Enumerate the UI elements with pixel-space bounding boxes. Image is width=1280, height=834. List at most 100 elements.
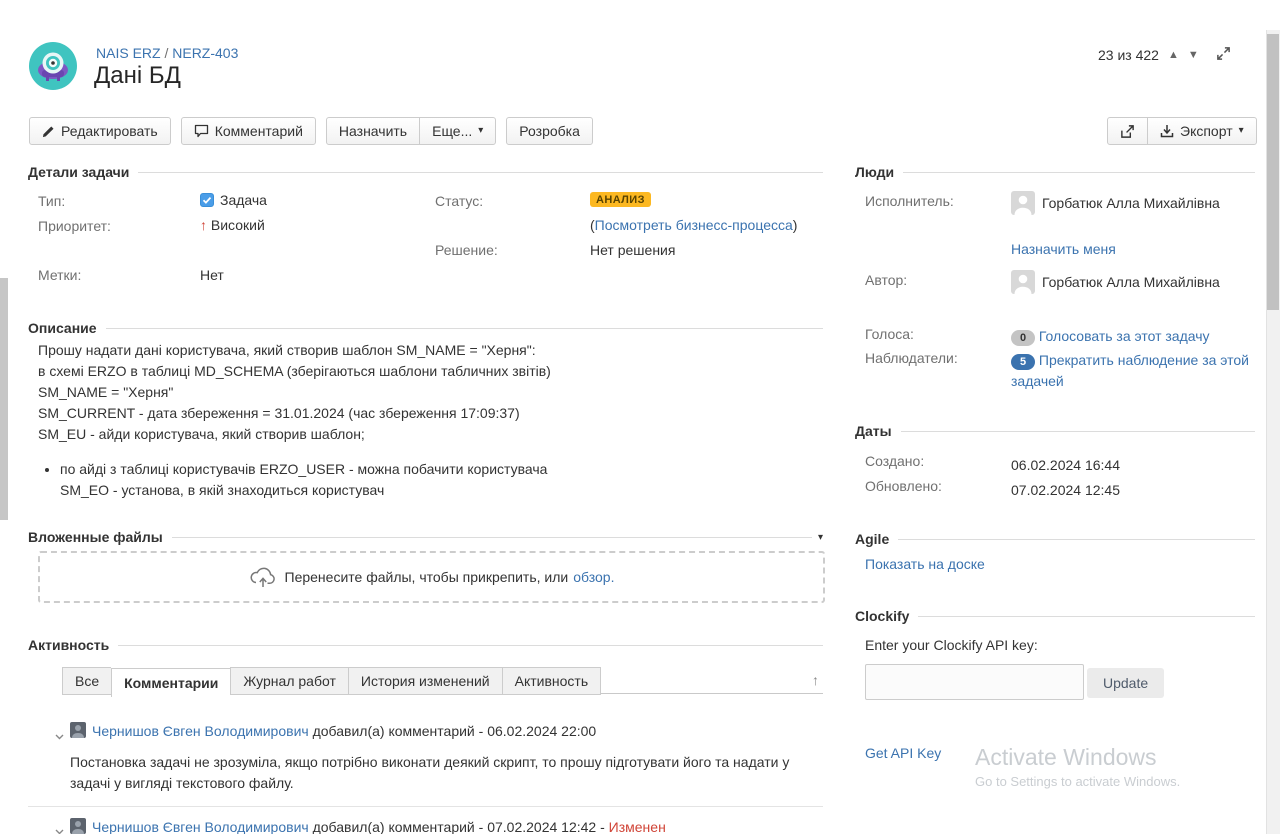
description-line: в схемі ERZO в таблиці MD_SCHEMA (зберіг…	[38, 361, 738, 382]
workflow-button-group: Назначить Еще... ▾	[326, 117, 496, 145]
task-type-icon	[200, 193, 214, 207]
comment-action-text: добавил(а) комментарий	[313, 819, 475, 834]
status-label: Статус:	[435, 193, 483, 209]
expand-icon[interactable]	[1216, 46, 1231, 64]
details-section-header[interactable]: Детали задачи	[28, 164, 823, 180]
description-line: SM_NAME = "Херня"	[38, 382, 738, 403]
assignee-name[interactable]: Горбатюк Алла Михайлівна	[1042, 195, 1220, 211]
type-value-text: Задача	[220, 192, 267, 208]
status-badge: АНАЛИЗ	[590, 192, 651, 207]
updated-label: Обновлено:	[865, 478, 942, 494]
activity-tabs: Все Комментарии Журнал работ История изм…	[62, 667, 601, 695]
description-line: SM_CURRENT - дата збереження = 31.01.202…	[38, 403, 738, 424]
assign-button[interactable]: Назначить	[326, 117, 420, 145]
priority-label: Приоритет:	[38, 218, 111, 234]
votes-label: Голоса:	[865, 326, 914, 342]
votes-value: 0 Голосовать за этот задачу	[1011, 326, 1257, 347]
more-button[interactable]: Еще... ▾	[419, 117, 496, 145]
tab-all[interactable]: Все	[62, 667, 111, 695]
reporter-avatar[interactable]	[1011, 270, 1035, 302]
tab-comments[interactable]: Комментарии	[111, 668, 230, 697]
view-on-board-link[interactable]: Показать на доске	[865, 556, 985, 572]
project-avatar[interactable]	[29, 42, 77, 90]
more-button-label: Еще...	[432, 123, 472, 139]
comment-author-link[interactable]: Чернишов Євген Володимирович	[92, 819, 309, 834]
resolution-value: Нет решения	[590, 242, 675, 258]
reporter-name[interactable]: Горбатюк Алла Михайлівна	[1042, 274, 1220, 290]
comment-header: Чернишов Євген Володимирович добавил(а) …	[92, 819, 666, 834]
clockify-api-key-input[interactable]	[865, 664, 1084, 700]
browse-files-link[interactable]: обзор.	[573, 569, 614, 585]
clockify-prompt: Enter your Clockify API key:	[865, 637, 1038, 653]
updated-value: 07.02.2024 12:45	[1011, 478, 1257, 503]
assign-to-me-link[interactable]: Назначить меня	[1011, 241, 1116, 257]
watchers-count-badge: 5	[1011, 354, 1035, 370]
scroll-to-top-icon[interactable]: ↑	[812, 672, 819, 688]
assignee-avatar[interactable]	[1011, 191, 1035, 223]
left-scrollbar-thumb[interactable]	[0, 278, 8, 520]
dates-heading: Даты	[855, 423, 892, 439]
comment-action-text: добавил(а) комментарий	[313, 723, 475, 739]
get-api-key-link[interactable]: Get API Key	[865, 745, 941, 761]
priority-high-icon: ↑	[200, 217, 207, 233]
view-workflow-link[interactable]: Посмотреть бизнесс-процесса	[595, 217, 793, 233]
labels-value: Нет	[200, 267, 224, 283]
tab-history[interactable]: История изменений	[348, 667, 502, 695]
attachment-dropzone[interactable]: Перенесите файлы, чтобы прикрепить, или …	[38, 551, 825, 603]
assign-button-label: Назначить	[339, 123, 407, 139]
reporter-value: Горбатюк Алла Михайлівна	[1011, 270, 1257, 302]
comment-divider	[28, 806, 823, 807]
pager-next-icon[interactable]: ▼	[1188, 49, 1199, 61]
clockify-section-header[interactable]: Clockify	[855, 608, 1255, 624]
comment-button[interactable]: Комментарий	[181, 117, 316, 145]
agile-section-header[interactable]: Agile	[855, 531, 1255, 547]
comment-button-label: Комментарий	[215, 123, 303, 139]
comment-date[interactable]: 06.02.2024 22:00	[487, 723, 596, 739]
paren-close: )	[793, 217, 798, 233]
attachments-section-header[interactable]: Вложенные файлы ▾	[28, 529, 823, 545]
attachments-heading: Вложенные файлы	[28, 529, 163, 545]
alien-avatar-icon	[29, 42, 77, 90]
breadcrumb-project-link[interactable]: NAIS ERZ	[96, 45, 161, 61]
tab-activity[interactable]: Активность	[502, 667, 602, 695]
assignee-value: Горбатюк Алла Михайлівна	[1011, 191, 1257, 223]
windows-activation-watermark-title: Activate Windows	[975, 744, 1157, 771]
comment-header: Чернишов Євген Володимирович добавил(а) …	[92, 723, 596, 739]
clockify-heading: Clockify	[855, 608, 909, 624]
comment-author-avatar[interactable]	[70, 722, 86, 741]
development-button[interactable]: Розробка	[506, 117, 593, 145]
stop-watching-link[interactable]: Прекратить наблюдение за этой задачей	[1011, 352, 1249, 389]
export-button[interactable]: Экспорт ▾	[1147, 117, 1257, 145]
comment-author-avatar[interactable]	[70, 818, 86, 834]
share-button[interactable]	[1107, 117, 1148, 145]
comment-date[interactable]: 07.02.2024 12:42	[487, 819, 596, 834]
activity-section-header[interactable]: Активность	[28, 637, 823, 653]
tab-worklog[interactable]: Журнал работ	[230, 667, 347, 695]
comment-collapse-icon[interactable]	[55, 822, 64, 834]
attachments-collapse-icon[interactable]: ▾	[818, 532, 823, 543]
development-button-label: Розробка	[519, 123, 580, 139]
dates-section-header[interactable]: Даты	[855, 423, 1255, 439]
description-section-header[interactable]: Описание	[28, 320, 823, 336]
clockify-update-button[interactable]: Update	[1087, 668, 1164, 698]
activity-heading: Активность	[28, 637, 109, 653]
dropzone-text: Перенесите файлы, чтобы прикрепить, или	[285, 569, 569, 585]
export-button-label: Экспорт	[1180, 123, 1233, 139]
vertical-scrollbar-thumb[interactable]	[1267, 34, 1279, 310]
people-section-header[interactable]: Люди	[855, 164, 1255, 180]
assignee-label: Исполнитель:	[865, 193, 954, 209]
edit-button[interactable]: Редактировать	[29, 117, 171, 145]
breadcrumb: NAIS ERZ / NERZ-403	[96, 45, 238, 61]
status-workflow-link-wrap: (Посмотреть бизнесс-процесса)	[590, 217, 797, 233]
breadcrumb-issue-link[interactable]: NERZ-403	[172, 45, 238, 61]
download-icon	[1160, 124, 1174, 138]
comment-collapse-icon[interactable]	[55, 727, 64, 743]
details-heading: Детали задачи	[28, 164, 129, 180]
description-bullet-list: по айді з таблиці користувачів ERZO_USER…	[60, 459, 738, 501]
pager-prev-icon[interactable]: ▲	[1168, 49, 1179, 61]
comment-author-link[interactable]: Чернишов Євген Володимирович	[92, 723, 309, 739]
toolbar: Редактировать Комментарий Назначить Еще.…	[29, 117, 593, 145]
vote-link[interactable]: Голосовать за этот задачу	[1039, 328, 1210, 344]
watchers-value: 5 Прекратить наблюдение за этой задачей	[1011, 350, 1257, 392]
agile-heading: Agile	[855, 531, 889, 547]
